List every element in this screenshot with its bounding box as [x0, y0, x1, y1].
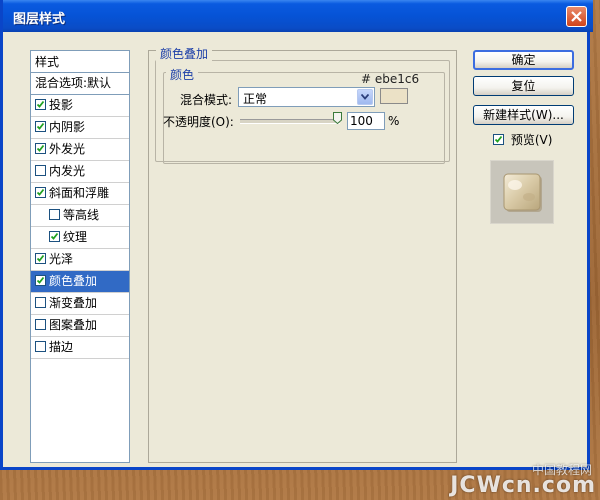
watermark: JCWcn.com: [450, 473, 596, 498]
blend-mode-value: 正常: [243, 92, 268, 106]
panel-layer: 颜色叠加 颜色 # ebe1c6 混合模式: 正常 不透明度(O): 100 %…: [0, 32, 590, 467]
hex-value: # ebe1c6: [361, 72, 420, 86]
opacity-unit: %: [388, 114, 400, 128]
title-bar[interactable]: 图层样式: [3, 0, 593, 32]
window-title: 图层样式: [13, 12, 66, 27]
blend-mode-select[interactable]: 正常: [238, 87, 375, 107]
blend-mode-label: 混合模式:: [180, 93, 233, 107]
ok-button[interactable]: 确定: [473, 50, 574, 70]
reset-button[interactable]: 复位: [473, 76, 574, 96]
checkmark-icon: [494, 135, 503, 143]
style-preview: [490, 160, 554, 224]
color-swatch[interactable]: [380, 88, 408, 104]
close-button[interactable]: [566, 6, 587, 27]
color-group-title: 颜色: [166, 66, 199, 83]
close-icon: [571, 11, 582, 22]
preview-label: 预览(V): [510, 133, 553, 147]
opacity-slider-thumb[interactable]: [333, 112, 342, 124]
new-style-button[interactable]: 新建样式(W)...: [473, 105, 574, 125]
opacity-input[interactable]: 100: [347, 112, 385, 130]
dropdown-button[interactable]: [357, 89, 373, 105]
opacity-slider-track[interactable]: [240, 119, 340, 124]
color-overlay-title: 颜色叠加: [156, 45, 213, 62]
preview-toggle[interactable]: 预览(V): [493, 131, 552, 148]
preview-checkbox[interactable]: [493, 134, 504, 145]
chevron-down-icon: [361, 94, 369, 100]
opacity-label: 不透明度(O):: [163, 115, 234, 129]
preview-thumbnail: [503, 173, 542, 212]
